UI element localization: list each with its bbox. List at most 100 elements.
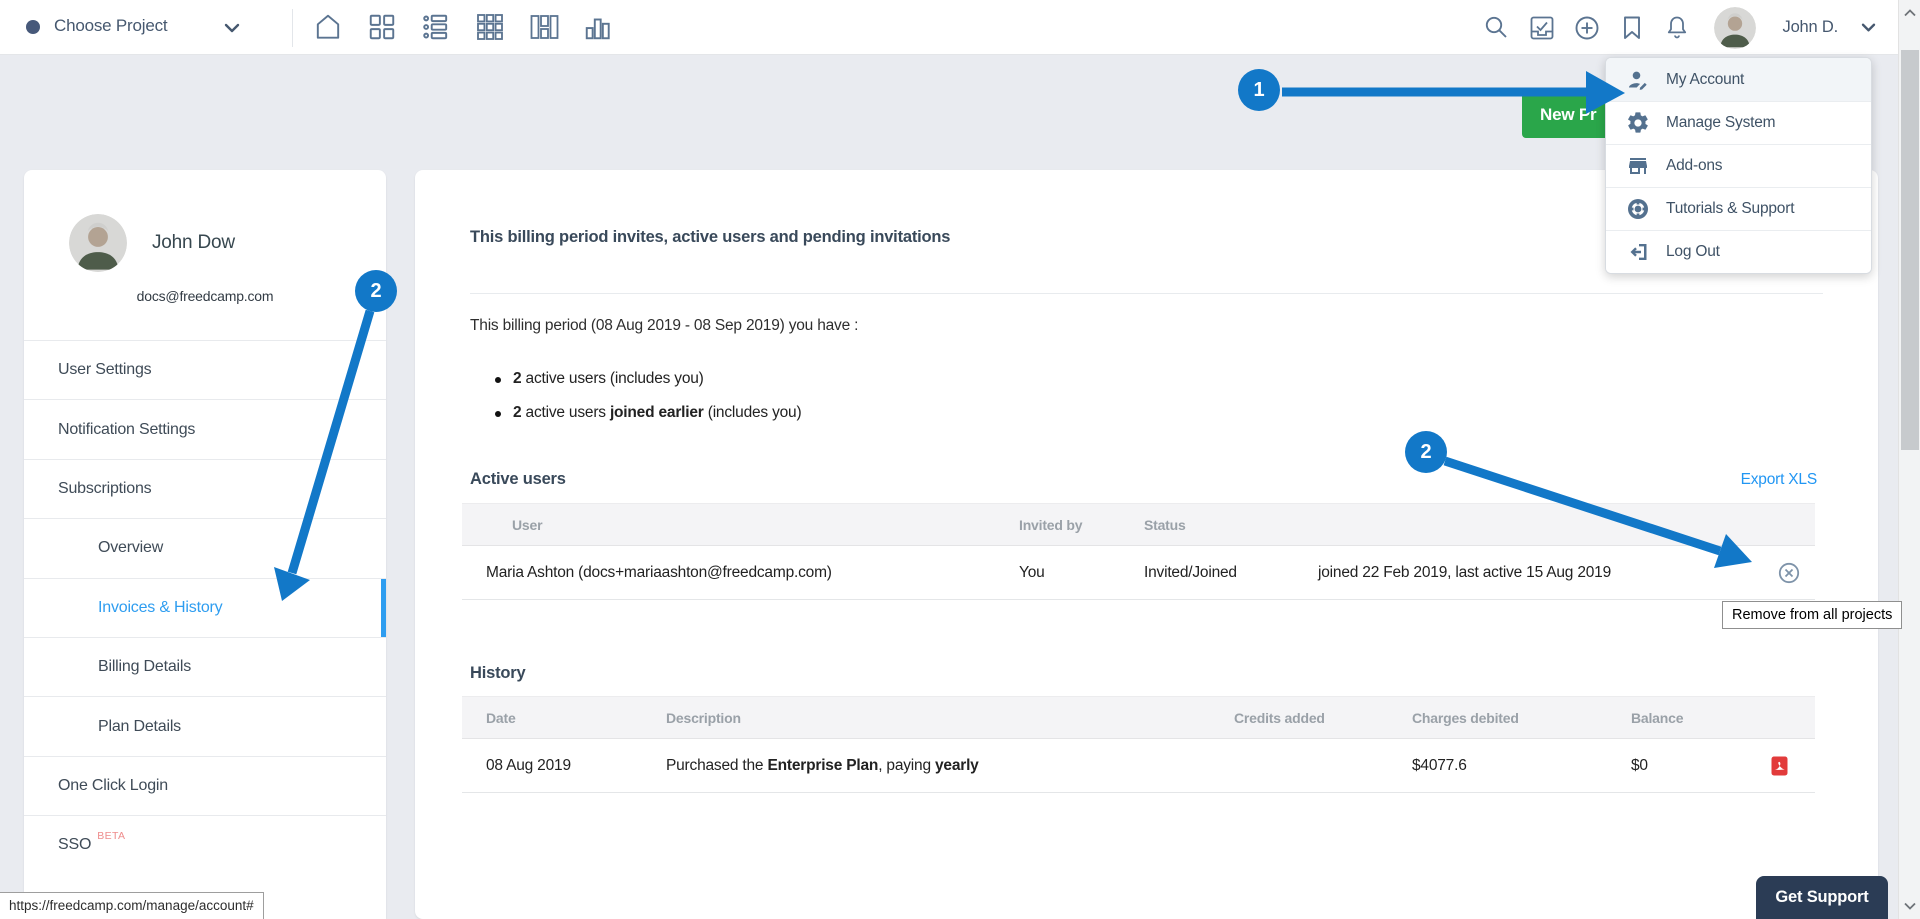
- menu-item-tutorials-support[interactable]: Tutorials & Support: [1606, 187, 1871, 230]
- sidebar-item-label: Invoices & History: [98, 599, 222, 617]
- column-header-credits-added: Credits added: [1214, 710, 1392, 726]
- menu-item-my-account[interactable]: My Account: [1606, 58, 1871, 101]
- actions-cell: [1755, 562, 1815, 584]
- scrollbar-down-icon[interactable]: [1903, 901, 1917, 911]
- remove-user-icon[interactable]: [1778, 562, 1800, 584]
- menu-item-log-out[interactable]: Log Out: [1606, 230, 1871, 273]
- kanban-columns-icon[interactable]: [529, 12, 559, 42]
- user-name[interactable]: John D.: [1783, 18, 1838, 37]
- account-sidebar: John Dow docs@freedcamp.com User Setting…: [24, 170, 386, 919]
- remove-tooltip: Remove from all projects: [1722, 601, 1902, 629]
- scrollbar-up-icon[interactable]: [1903, 8, 1917, 18]
- active-users-header-row: Active users Export XLS: [470, 470, 1817, 489]
- table-header-row: Date Description Credits added Charges d…: [462, 696, 1815, 739]
- topbar-actions: John D.: [1483, 0, 1876, 55]
- sidebar-profile: John Dow docs@freedcamp.com: [24, 170, 386, 340]
- activity-cell: joined 22 Feb 2019, last active 15 Aug 2…: [1318, 564, 1755, 582]
- beta-badge: BETA: [97, 830, 125, 842]
- chevron-down-icon[interactable]: [224, 22, 240, 34]
- description-cell: Purchased the Enterprise Plan, paying ye…: [666, 757, 1214, 775]
- menu-item-label: Manage System: [1666, 114, 1775, 132]
- menu-item-label: My Account: [1666, 71, 1744, 89]
- user-cell: Maria Ashton (docs+mariaashton@freedcamp…: [486, 564, 1019, 582]
- sidebar-item-label: One Click Login: [58, 777, 168, 795]
- sidebar-item-label: Plan Details: [98, 718, 181, 736]
- billing-bullet-list: 2 active users (includes you) 2 active u…: [495, 370, 801, 438]
- history-table: Date Description Credits added Charges d…: [462, 696, 1815, 793]
- table-row: 08 Aug 2019 Purchased the Enterprise Pla…: [462, 739, 1815, 793]
- charges-cell: $4077.6: [1392, 757, 1611, 775]
- billing-content-card: This billing period invites, active user…: [415, 170, 1878, 919]
- pdf-invoice-icon[interactable]: [1771, 756, 1788, 776]
- gear-icon: [1626, 111, 1650, 135]
- user-avatar[interactable]: [1714, 7, 1756, 49]
- reports-chart-icon[interactable]: [583, 12, 613, 42]
- sidebar-item-notification-settings[interactable]: Notification Settings: [24, 399, 386, 458]
- bullet-item: 2 active users (includes you): [495, 370, 801, 390]
- column-header-charges-debited: Charges debited: [1392, 710, 1611, 726]
- sidebar-item-subscriptions[interactable]: Subscriptions: [24, 459, 386, 518]
- sidebar-item-label: Overview: [98, 539, 163, 557]
- table-row: Maria Ashton (docs+mariaashton@freedcamp…: [462, 546, 1815, 600]
- column-header-invited-by: Invited by: [1019, 517, 1144, 533]
- divider: [292, 9, 293, 47]
- active-users-table: User Invited by Status Maria Ashton (doc…: [462, 503, 1815, 600]
- sidebar-item-label: SSO: [58, 836, 91, 854]
- sidebar-item-invoices-history[interactable]: Invoices & History: [24, 578, 386, 637]
- sidebar-item-label: User Settings: [58, 361, 151, 379]
- menu-item-manage-system[interactable]: Manage System: [1606, 101, 1871, 144]
- project-selector[interactable]: Choose Project: [54, 16, 167, 36]
- menu-item-label: Log Out: [1666, 243, 1720, 261]
- sidebar-menu: User Settings Notification Settings Subs…: [24, 340, 386, 875]
- notifications-bell-icon[interactable]: [1663, 14, 1691, 42]
- sidebar-item-one-click-login[interactable]: One Click Login: [24, 756, 386, 815]
- tasks-tray-icon[interactable]: [1528, 14, 1556, 42]
- menu-item-label: Add-ons: [1666, 157, 1722, 175]
- project-color-dot: [26, 20, 40, 34]
- invoice-cell: [1743, 756, 1815, 776]
- export-xls-link[interactable]: Export XLS: [1741, 471, 1817, 489]
- browser-status-url: https://freedcamp.com/manage/account#: [0, 892, 264, 919]
- grid-view-icon[interactable]: [475, 12, 505, 42]
- annotation-step-2: 2: [355, 270, 397, 312]
- user-account-menu: My Account Manage System Add-ons Tutoria…: [1605, 57, 1872, 274]
- todo-list-icon[interactable]: [421, 12, 451, 42]
- active-users-title: Active users: [470, 470, 566, 489]
- add-icon[interactable]: [1573, 14, 1601, 42]
- sidebar-item-plan-details[interactable]: Plan Details: [24, 696, 386, 755]
- chevron-down-icon[interactable]: [1861, 22, 1876, 33]
- date-cell: 08 Aug 2019: [486, 757, 666, 775]
- profile-avatar[interactable]: [69, 214, 127, 272]
- help-wheel-icon: [1626, 197, 1650, 221]
- view-switcher: [313, 12, 613, 42]
- scrollbar-thumb[interactable]: [1901, 50, 1919, 450]
- column-header-user: User: [486, 517, 1019, 533]
- balance-cell: $0: [1611, 757, 1743, 775]
- menu-item-add-ons[interactable]: Add-ons: [1606, 144, 1871, 187]
- get-support-button[interactable]: Get Support: [1756, 876, 1888, 919]
- logout-icon: [1626, 240, 1650, 264]
- sidebar-item-sso[interactable]: SSO BETA: [24, 815, 386, 874]
- sidebar-item-overview[interactable]: Overview: [24, 518, 386, 577]
- sidebar-item-label: Subscriptions: [58, 480, 151, 498]
- search-icon[interactable]: [1483, 14, 1511, 42]
- annotation-step-1: 1: [1238, 69, 1280, 111]
- annotation-step-2b: 2: [1405, 431, 1447, 473]
- invited-by-cell: You: [1019, 564, 1144, 582]
- store-icon: [1626, 154, 1650, 178]
- history-title: History: [470, 664, 525, 683]
- status-cell: Invited/Joined: [1144, 564, 1318, 582]
- column-header-date: Date: [486, 710, 666, 726]
- bullet-item: 2 active users joined earlier (includes …: [495, 404, 801, 424]
- top-navigation-bar: Choose Project: [0, 0, 1920, 55]
- menu-item-label: Tutorials & Support: [1666, 200, 1794, 218]
- dashboard-grid-icon[interactable]: [367, 12, 397, 42]
- user-edit-icon: [1626, 68, 1650, 92]
- home-icon[interactable]: [313, 12, 343, 42]
- page-scrollbar[interactable]: [1898, 0, 1920, 919]
- active-indicator-bar: [381, 579, 386, 637]
- profile-email: docs@freedcamp.com: [24, 288, 386, 304]
- sidebar-item-user-settings[interactable]: User Settings: [24, 340, 386, 399]
- sidebar-item-billing-details[interactable]: Billing Details: [24, 637, 386, 696]
- bookmark-icon[interactable]: [1618, 14, 1646, 42]
